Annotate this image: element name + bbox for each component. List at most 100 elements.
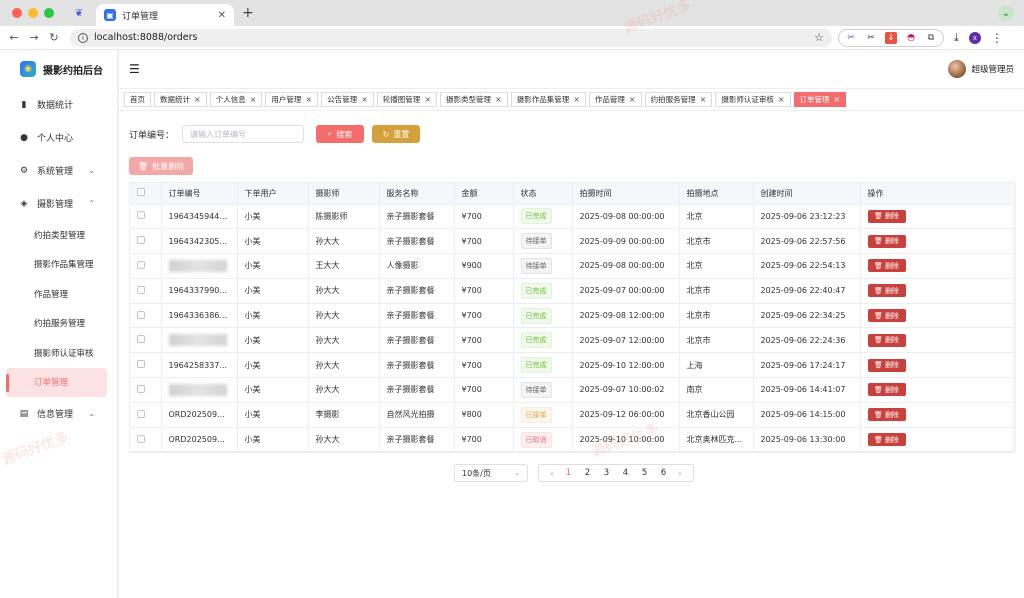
new-tab-icon[interactable]: +: [242, 5, 254, 21]
sidebar-subitem-portfolio[interactable]: 摄影作品集管理: [0, 250, 117, 280]
search-button[interactable]: ⌕ 搜索: [316, 125, 365, 143]
sidebar-item-profile[interactable]: ● 个人中心: [0, 121, 117, 154]
chevron-down-icon: ⌄: [514, 469, 520, 477]
back-icon[interactable]: ←: [4, 31, 24, 44]
tag-5[interactable]: 轮播图管理 ×: [376, 92, 438, 107]
delete-button[interactable]: 🗑 删除: [867, 259, 906, 273]
shoot-time-cell: 2025-09-08 12:00:00: [572, 303, 680, 329]
tag-close-icon[interactable]: ×: [361, 95, 368, 104]
row-checkbox[interactable]: [137, 260, 145, 269]
row-checkbox[interactable]: [137, 236, 145, 245]
url-input[interactable]: i localhost:8088/orders ☆: [70, 28, 832, 47]
sidebar-item-statistics[interactable]: ▮ 数据统计: [0, 88, 117, 121]
batch-delete-button[interactable]: 🗑 批量删除: [129, 157, 193, 175]
row-checkbox[interactable]: [137, 434, 145, 443]
user-cell: 小美: [237, 253, 309, 279]
prev-page-icon[interactable]: ‹: [545, 469, 559, 478]
delete-button[interactable]: 🗑 删除: [867, 309, 906, 323]
tag-4[interactable]: 公告管理 ×: [321, 92, 374, 107]
avatar[interactable]: [948, 60, 967, 78]
page-4[interactable]: 4: [616, 468, 635, 478]
page-2[interactable]: 2: [578, 468, 597, 478]
row-checkbox[interactable]: [137, 310, 145, 319]
table-row: ORD202509... 小美 李摄影 自然风光拍摄 ¥800 已接单 2025-09-12…: [130, 402, 1016, 428]
tag-close-icon[interactable]: ×: [629, 95, 636, 104]
browser-menu-icon[interactable]: ⋮: [991, 31, 1003, 45]
tag-7[interactable]: 摄影作品集管理 ×: [510, 92, 586, 107]
bookmark-star-icon[interactable]: ☆: [814, 31, 824, 44]
tag-8[interactable]: 作品管理 ×: [588, 92, 642, 107]
sidebar-subitem-certification[interactable]: 摄影师认证审核: [0, 338, 117, 368]
page-6[interactable]: 6: [654, 468, 673, 478]
sidebar-subitem-works[interactable]: 作品管理: [0, 279, 117, 309]
tab-close-icon[interactable]: ✕: [218, 10, 226, 21]
downloads-icon[interactable]: ⤓: [954, 31, 959, 45]
delete-button[interactable]: 🗑 删除: [867, 358, 906, 372]
tag-2[interactable]: 个人信息 ×: [209, 92, 263, 107]
tag-close-icon[interactable]: ×: [250, 95, 257, 104]
tab-search-icon[interactable]: ⌄: [998, 5, 1014, 21]
forward-icon[interactable]: →: [24, 31, 44, 44]
extension-scissors-icon[interactable]: ✂: [845, 32, 857, 44]
tag-0[interactable]: 首页: [124, 92, 151, 107]
row-checkbox[interactable]: [137, 211, 145, 220]
delete-button[interactable]: 🗑 删除: [867, 383, 906, 397]
delete-button[interactable]: 🗑 删除: [867, 333, 906, 347]
delete-button[interactable]: 🗑 删除: [867, 284, 906, 298]
extension-cut-icon[interactable]: ✂: [865, 32, 877, 44]
tag-close-icon[interactable]: ×: [424, 95, 431, 104]
row-checkbox[interactable]: [137, 335, 145, 344]
minimize-window-button[interactable]: [28, 8, 38, 18]
sidebar-item-photography[interactable]: ◈ 摄影管理 ⌃: [0, 187, 117, 220]
extension-ghost-icon[interactable]: ◓: [905, 32, 917, 44]
delete-button[interactable]: 🗑 删除: [867, 433, 906, 447]
delete-button[interactable]: 🗑 删除: [867, 209, 906, 223]
row-checkbox[interactable]: [137, 409, 145, 418]
user-cell: 小美: [237, 377, 309, 403]
tag-close-icon[interactable]: ×: [778, 95, 785, 104]
close-window-button[interactable]: [12, 8, 22, 18]
row-checkbox[interactable]: [137, 360, 145, 369]
tag-10[interactable]: 摄影师认证审核 ×: [715, 92, 791, 107]
tag-1[interactable]: 数据统计 ×: [154, 92, 207, 107]
tag-close-icon[interactable]: ×: [700, 95, 707, 104]
menu-toggle-icon[interactable]: ☰: [129, 62, 140, 76]
extensions-puzzle-icon[interactable]: ⧉: [925, 32, 937, 44]
user-menu[interactable]: 超级管理员: [948, 60, 1014, 78]
reload-icon[interactable]: ↻: [44, 31, 64, 44]
page-3[interactable]: 3: [597, 468, 616, 478]
site-info-icon[interactable]: i: [78, 32, 88, 43]
row-checkbox[interactable]: [137, 384, 145, 393]
extension-download-icon[interactable]: ↓: [885, 31, 897, 44]
tag-close-icon[interactable]: ×: [305, 95, 312, 104]
sidebar-item-info[interactable]: ▤ 信息管理 ⌄: [0, 397, 117, 430]
tag-9[interactable]: 约拍服务管理 ×: [644, 92, 713, 107]
tag-6[interactable]: 摄影类型管理 ×: [440, 92, 508, 107]
tag-close-icon[interactable]: ×: [834, 95, 841, 104]
batch-delete-label: 批量删除: [152, 161, 185, 171]
tag-close-icon[interactable]: ×: [495, 95, 502, 104]
order-no-input[interactable]: [182, 125, 305, 143]
tag-3[interactable]: 用户管理 ×: [265, 92, 319, 107]
pinned-tab-icon[interactable]: ❦: [68, 4, 90, 22]
amount-cell: ¥700: [454, 204, 514, 230]
delete-button[interactable]: 🗑 删除: [867, 408, 906, 422]
reset-button[interactable]: ↻ 重置: [372, 125, 421, 143]
maximize-window-button[interactable]: [44, 8, 54, 18]
next-page-icon[interactable]: ›: [673, 469, 687, 478]
profile-avatar-icon[interactable]: x: [968, 31, 981, 44]
sidebar-item-system[interactable]: ⚙ 系统管理 ⌄: [0, 154, 117, 187]
delete-button[interactable]: 🗑 删除: [867, 234, 906, 248]
browser-tab-active[interactable]: ▣ 订单管理 ✕: [96, 4, 234, 26]
page-5[interactable]: 5: [635, 468, 654, 478]
sidebar-subitem-services[interactable]: 约拍服务管理: [0, 309, 117, 339]
tag-close-icon[interactable]: ×: [194, 95, 201, 104]
select-all-checkbox[interactable]: [137, 188, 145, 197]
sidebar-subitem-orders[interactable]: 订单管理: [6, 367, 107, 397]
page-size-select[interactable]: 10条/页 ⌄: [454, 464, 528, 482]
page-1[interactable]: 1: [559, 468, 578, 478]
tag-11[interactable]: 订单管理 ×: [793, 92, 847, 107]
tag-close-icon[interactable]: ×: [573, 95, 580, 104]
row-checkbox[interactable]: [137, 285, 145, 294]
sidebar-subitem-booking-types[interactable]: 约拍类型管理: [0, 220, 117, 250]
